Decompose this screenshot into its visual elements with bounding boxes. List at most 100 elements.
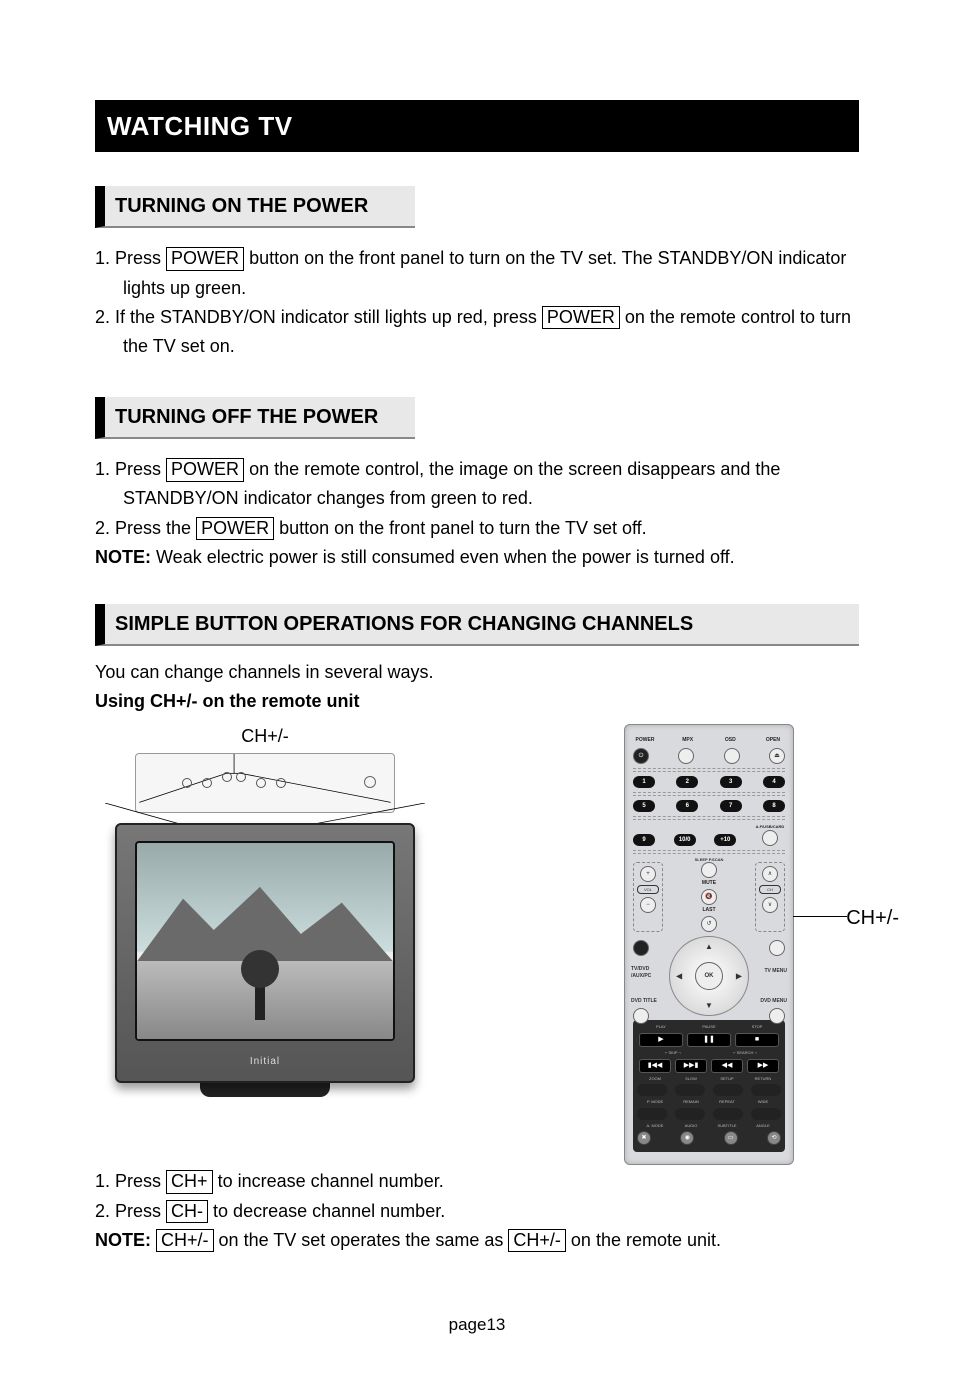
lbl-return: RETURN <box>745 1076 781 1082</box>
osd-button[interactable] <box>724 748 740 764</box>
search-rew[interactable]: ◀◀ <box>711 1059 743 1073</box>
num-plus10[interactable]: +10 <box>714 834 736 846</box>
ch-up[interactable]: ∧ <box>762 866 778 882</box>
lbl-search: ⌐ SEARCH ¬ <box>709 1050 781 1056</box>
dvdtitle-button[interactable] <box>633 1008 649 1024</box>
lbl-pmode: P. MODE <box>637 1099 673 1105</box>
return-button[interactable] <box>751 1084 781 1096</box>
text: 2. If the STANDBY/ON indicator still lig… <box>95 307 542 327</box>
audio-button[interactable]: ◉ <box>680 1131 694 1145</box>
wide-button[interactable] <box>751 1108 781 1120</box>
angle-button[interactable]: ⟲ <box>767 1131 781 1145</box>
pmode-button[interactable] <box>637 1108 667 1120</box>
s3-note: NOTE: CH+/- on the TV set operates the s… <box>95 1228 859 1253</box>
lbl-remain: REMAIN <box>673 1099 709 1105</box>
nav-right[interactable]: ▶ <box>736 971 742 982</box>
power-button-ref: POWER <box>196 517 274 541</box>
num-8[interactable]: 8 <box>763 800 785 812</box>
mute-button[interactable]: 🔇 <box>701 889 717 905</box>
skip-next[interactable]: ▶▶▮ <box>675 1059 707 1073</box>
num-4[interactable]: 4 <box>763 776 785 788</box>
nav-ring[interactable]: OK ▲ ▼ ◀ ▶ <box>669 936 749 1016</box>
dvdmenu-button[interactable] <box>769 1008 785 1024</box>
remote-figure: CH+/- POWER MPX OSD OPEN ⏻ ⏏ 1 2 3 4 <box>579 724 839 1165</box>
lbl-tvmenu: TV MENU <box>765 968 788 975</box>
num-10-0[interactable]: 10/0 <box>674 834 696 846</box>
lbl-pause: PAUSE <box>685 1024 733 1030</box>
num-9[interactable]: 9 <box>633 834 655 846</box>
open-button[interactable]: ⏏ <box>769 748 785 764</box>
lbl-stop: STOP <box>733 1024 781 1030</box>
af-usb-card-button[interactable] <box>762 830 778 846</box>
vol-down[interactable]: − <box>640 897 656 913</box>
last-button[interactable]: ↺ <box>701 916 717 932</box>
repeat-button[interactable] <box>713 1108 743 1120</box>
lbl-power: POWER <box>633 737 657 744</box>
setup-button[interactable] <box>713 1084 743 1096</box>
num-6[interactable]: 6 <box>676 800 698 812</box>
remote-ch-label: CH+/- <box>846 904 899 932</box>
lbl-setup: SETUP <box>709 1076 745 1082</box>
tv-ch-label: CH+/- <box>95 724 435 749</box>
note-label: NOTE: <box>95 1230 151 1250</box>
s2-note: NOTE: Weak electric power is still consu… <box>95 545 859 570</box>
s1-step1-line1: 1. Press POWER button on the front panel… <box>95 246 859 271</box>
amode-button[interactable]: ✖ <box>637 1131 651 1145</box>
sleep-button[interactable] <box>701 862 717 878</box>
tv-screen <box>135 841 395 1041</box>
s2-step1-line2: STANDBY/ON indicator changes from green … <box>123 486 859 511</box>
power-button[interactable]: ⏻ <box>633 748 649 764</box>
panel-btn-ch-plus <box>236 772 246 782</box>
tv-brand: Initial <box>117 1055 413 1069</box>
lbl-wide: WIDE <box>745 1099 781 1105</box>
lbl-vol: VOL <box>637 885 659 894</box>
num-7[interactable]: 7 <box>720 800 742 812</box>
panel-btn <box>276 778 286 788</box>
subtitle-button[interactable]: ▭ <box>724 1131 738 1145</box>
text: to decrease channel number. <box>213 1201 445 1221</box>
lbl-slow: SLOW <box>673 1076 709 1082</box>
text: 1. Press <box>95 248 166 268</box>
text: on the TV set operates the same as <box>219 1230 509 1250</box>
stop-button[interactable]: ■ <box>735 1033 779 1047</box>
text: on the remote unit. <box>571 1230 721 1250</box>
zoom-button[interactable] <box>637 1084 667 1096</box>
ch-group: ∧ CH ∨ <box>755 862 785 932</box>
s1-step2-line2: the TV set on. <box>123 334 859 359</box>
lbl-zoom: ZOOM <box>637 1076 673 1082</box>
lbl-amode: A. MODE <box>637 1123 673 1129</box>
transport-block: PLAY PAUSE STOP ▶ ❚❚ ■ ⌐ SKIP ¬ ⌐ SEARCH… <box>633 1020 785 1152</box>
remain-button[interactable] <box>675 1108 705 1120</box>
vol-up[interactable]: + <box>640 866 656 882</box>
nav-down[interactable]: ▼ <box>705 1000 713 1011</box>
num-3[interactable]: 3 <box>720 776 742 788</box>
text: 2. Press <box>95 1201 166 1221</box>
pause-button[interactable]: ❚❚ <box>687 1033 731 1047</box>
text: button on the front panel to turn the TV… <box>279 518 647 538</box>
source-button[interactable] <box>633 940 649 956</box>
nav-left[interactable]: ◀ <box>676 971 682 982</box>
num-2[interactable]: 2 <box>676 776 698 788</box>
skip-prev[interactable]: ▮◀◀ <box>639 1059 671 1073</box>
ch-down[interactable]: ∨ <box>762 897 778 913</box>
text: 1. Press <box>95 459 166 479</box>
s3-subhead: Using CH+/- on the remote unit <box>95 689 859 714</box>
slow-button[interactable] <box>675 1084 705 1096</box>
lbl-dvdtitle: DVD TITLE <box>631 998 657 1005</box>
nav-up[interactable]: ▲ <box>705 941 713 952</box>
play-button[interactable]: ▶ <box>639 1033 683 1047</box>
search-ff[interactable]: ▶▶ <box>747 1059 779 1073</box>
num-1[interactable]: 1 <box>633 776 655 788</box>
lbl-play: PLAY <box>637 1024 685 1030</box>
s1-step1-line2: lights up green. <box>123 276 859 301</box>
power-button-ref: POWER <box>166 247 244 271</box>
num-5[interactable]: 5 <box>633 800 655 812</box>
tv-figure: CH+/- <box>95 724 435 1097</box>
ch-plus-ref: CH+ <box>166 1170 213 1194</box>
tvmenu-button[interactable] <box>769 940 785 956</box>
tv-stand <box>200 1081 330 1097</box>
ch-pm-ref: CH+/- <box>156 1229 214 1253</box>
mpx-button[interactable] <box>678 748 694 764</box>
ok-button[interactable]: OK <box>695 962 723 990</box>
s2-step2: 2. Press the POWER button on the front p… <box>95 516 859 541</box>
